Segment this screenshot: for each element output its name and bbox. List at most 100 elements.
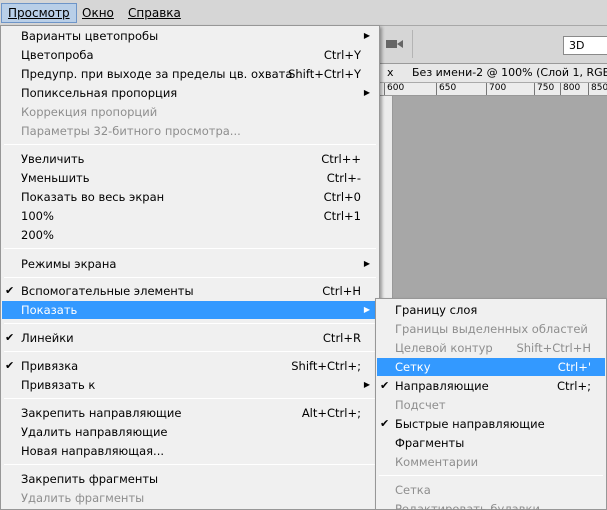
checkmark-icon: ✔ — [5, 359, 15, 372]
menu-item-shortcut: Shift+Ctrl+H — [516, 341, 591, 355]
ruler-tick-label: 600 — [384, 83, 404, 95]
menu-item-shortcut: Ctrl+1 — [323, 209, 361, 223]
menu-item-snap-to[interactable]: Привязать к ▶ — [2, 376, 378, 394]
menu-item-label: Уменьшить — [21, 171, 90, 185]
menu-divider — [4, 351, 376, 352]
menu-item-shortcut: Ctrl+Y — [323, 48, 361, 62]
horizontal-ruler[interactable]: 600 650 700 750 800 850 — [380, 83, 607, 96]
menu-item-screen-mode[interactable]: Режимы экрана ▶ — [2, 255, 378, 273]
menu-item-proof-colors[interactable]: Цветопроба Ctrl+Y — [2, 46, 378, 64]
submenu-item-edit-pins: Редактировать булавки — [377, 500, 605, 510]
menu-item-actual-pixels[interactable]: 100% Ctrl+1 — [2, 207, 378, 225]
submenu-item-selection-edges: Границы выделенных областей — [377, 320, 605, 338]
submenu-item-layer-edges[interactable]: Границу слоя — [377, 301, 605, 319]
menu-view[interactable]: Просмотр — [1, 3, 77, 23]
menu-item-label: Подсчет — [395, 398, 446, 412]
menu-help-label: Справка — [128, 6, 181, 20]
submenu-item-mesh: Сетка — [377, 481, 605, 499]
menu-item-lock-slices[interactable]: Закрепить фрагменты — [2, 470, 378, 488]
menu-item-label: Показать во весь экран — [21, 190, 165, 204]
menu-divider — [4, 464, 376, 465]
menu-item-shortcut: Shift+Ctrl+; — [291, 359, 361, 373]
submenu-item-smart-guides[interactable]: ✔ Быстрые направляющие — [377, 415, 605, 433]
menu-item-show[interactable]: Показать ▶ — [2, 301, 378, 319]
checkmark-icon: ✔ — [5, 284, 15, 297]
menu-item-label: Варианты цветопробы — [21, 29, 159, 43]
checkmark-icon: ✔ — [5, 331, 15, 344]
menu-item-rulers[interactable]: ✔ Линейки Ctrl+R — [2, 329, 378, 347]
menu-divider — [4, 323, 376, 324]
checkmark-icon: ✔ — [380, 417, 390, 430]
menu-item-label: Удалить направляющие — [21, 425, 168, 439]
ruler-tick-label: 750 — [534, 83, 554, 95]
ruler-tick-label: 650 — [436, 83, 456, 95]
menu-help[interactable]: Справка — [122, 3, 187, 23]
menu-divider — [379, 475, 603, 476]
submenu-item-count: Подсчет — [377, 396, 605, 414]
submenu-item-grid[interactable]: Сетку Ctrl+' — [377, 358, 605, 376]
menu-item-snap[interactable]: ✔ Привязка Shift+Ctrl+; — [2, 357, 378, 375]
menu-item-shortcut: Ctrl+0 — [323, 190, 361, 204]
menu-divider — [4, 248, 376, 249]
menu-item-label: 100% — [21, 209, 54, 223]
menu-item-lock-guides[interactable]: Закрепить направляющие Alt+Ctrl+; — [2, 404, 378, 422]
submenu-item-notes: Комментарии — [377, 453, 605, 471]
menu-item-label: Параметры 32-битного просмотра... — [21, 124, 241, 138]
menu-item-label: Быстрые направляющие — [395, 417, 545, 431]
menu-item-zoom-in[interactable]: Увеличить Ctrl++ — [2, 150, 378, 168]
menu-view-label: Просмотр — [8, 6, 70, 20]
menu-item-label: Предупр. при выходе за пределы цв. охват… — [21, 67, 293, 81]
menu-item-shortcut: Ctrl++ — [321, 152, 361, 166]
submenu-arrow-icon: ▶ — [363, 380, 370, 389]
menu-item-shortcut: Ctrl+R — [322, 331, 361, 345]
3d-mode-select[interactable]: 3D — [563, 36, 607, 55]
menu-item-zoom-out[interactable]: Уменьшить Ctrl+- — [2, 169, 378, 187]
video-camera-icon[interactable] — [385, 36, 405, 52]
menu-item-200-percent[interactable]: 200% — [2, 226, 378, 244]
menu-item-proof-setup[interactable]: Варианты цветопробы ▶ — [2, 27, 378, 45]
menu-item-label: Показать — [21, 303, 78, 317]
menu-item-gamut-warning[interactable]: Предупр. при выходе за пределы цв. охват… — [2, 65, 378, 83]
menu-item-label: Комментарии — [395, 455, 479, 469]
menu-item-shortcut: Ctrl+- — [326, 171, 361, 185]
menu-item-shortcut: Ctrl+; — [557, 379, 591, 393]
menu-item-pixel-aspect-ratio[interactable]: Попиксельная пропорция ▶ — [2, 84, 378, 102]
menu-item-label: Закрепить направляющие — [21, 406, 182, 420]
menu-item-label: Линейки — [21, 331, 74, 345]
menu-item-fit-on-screen[interactable]: Показать во весь экран Ctrl+0 — [2, 188, 378, 206]
submenu-item-slices[interactable]: Фрагменты — [377, 434, 605, 452]
menu-item-label: Цветопроба — [21, 48, 94, 62]
submenu-arrow-icon: ▶ — [363, 259, 370, 268]
menu-item-label: Закрепить фрагменты — [21, 472, 159, 486]
menu-divider — [4, 398, 376, 399]
submenu-arrow-icon: ▶ — [363, 31, 370, 40]
submenu-arrow-icon: ▶ — [363, 305, 370, 314]
document-tab[interactable]: x Без имени-2 @ 100% (Слой 1, RGB/8) * — [380, 64, 607, 83]
menu-item-label: Сетка — [395, 483, 431, 497]
menubar: Просмотр Окно Справка — [0, 0, 607, 26]
submenu-item-guides[interactable]: ✔ Направляющие Ctrl+; — [377, 377, 605, 395]
menu-item-label: Целевой контур — [395, 341, 493, 355]
document-tab-title: Без имени-2 @ 100% (Слой 1, RGB/8) * — [412, 66, 607, 79]
menu-item-clear-guides[interactable]: Удалить направляющие — [2, 423, 378, 441]
menu-item-label: 200% — [21, 228, 54, 242]
submenu-arrow-icon: ▶ — [363, 88, 370, 97]
menu-item-label: Сетку — [395, 360, 431, 374]
menu-item-label: Попиксельная пропорция — [21, 86, 178, 100]
menu-window[interactable]: Окно — [76, 3, 120, 23]
menu-item-new-guide[interactable]: Новая направляющая... — [2, 442, 378, 460]
submenu-item-target-path: Целевой контур Shift+Ctrl+H — [377, 339, 605, 357]
menu-item-label: Вспомогательные элементы — [21, 284, 194, 298]
close-tab-icon[interactable]: x — [387, 64, 394, 82]
menu-item-shortcut: Ctrl+H — [322, 284, 361, 298]
menu-window-label: Окно — [82, 6, 114, 20]
menu-item-label: Привязка — [21, 359, 79, 373]
menu-item-shortcut: Shift+Ctrl+Y — [288, 67, 361, 81]
menu-item-extras[interactable]: ✔ Вспомогательные элементы Ctrl+H — [2, 282, 378, 300]
menu-item-label: Границы выделенных областей — [395, 322, 588, 336]
menu-item-clear-slices: Удалить фрагменты — [2, 489, 378, 507]
menu-item-label: Новая направляющая... — [21, 444, 165, 458]
ruler-tick-label: 800 — [560, 83, 580, 95]
menu-item-label: Коррекция пропорций — [21, 105, 158, 119]
ruler-tick-label: 850 — [588, 83, 607, 95]
